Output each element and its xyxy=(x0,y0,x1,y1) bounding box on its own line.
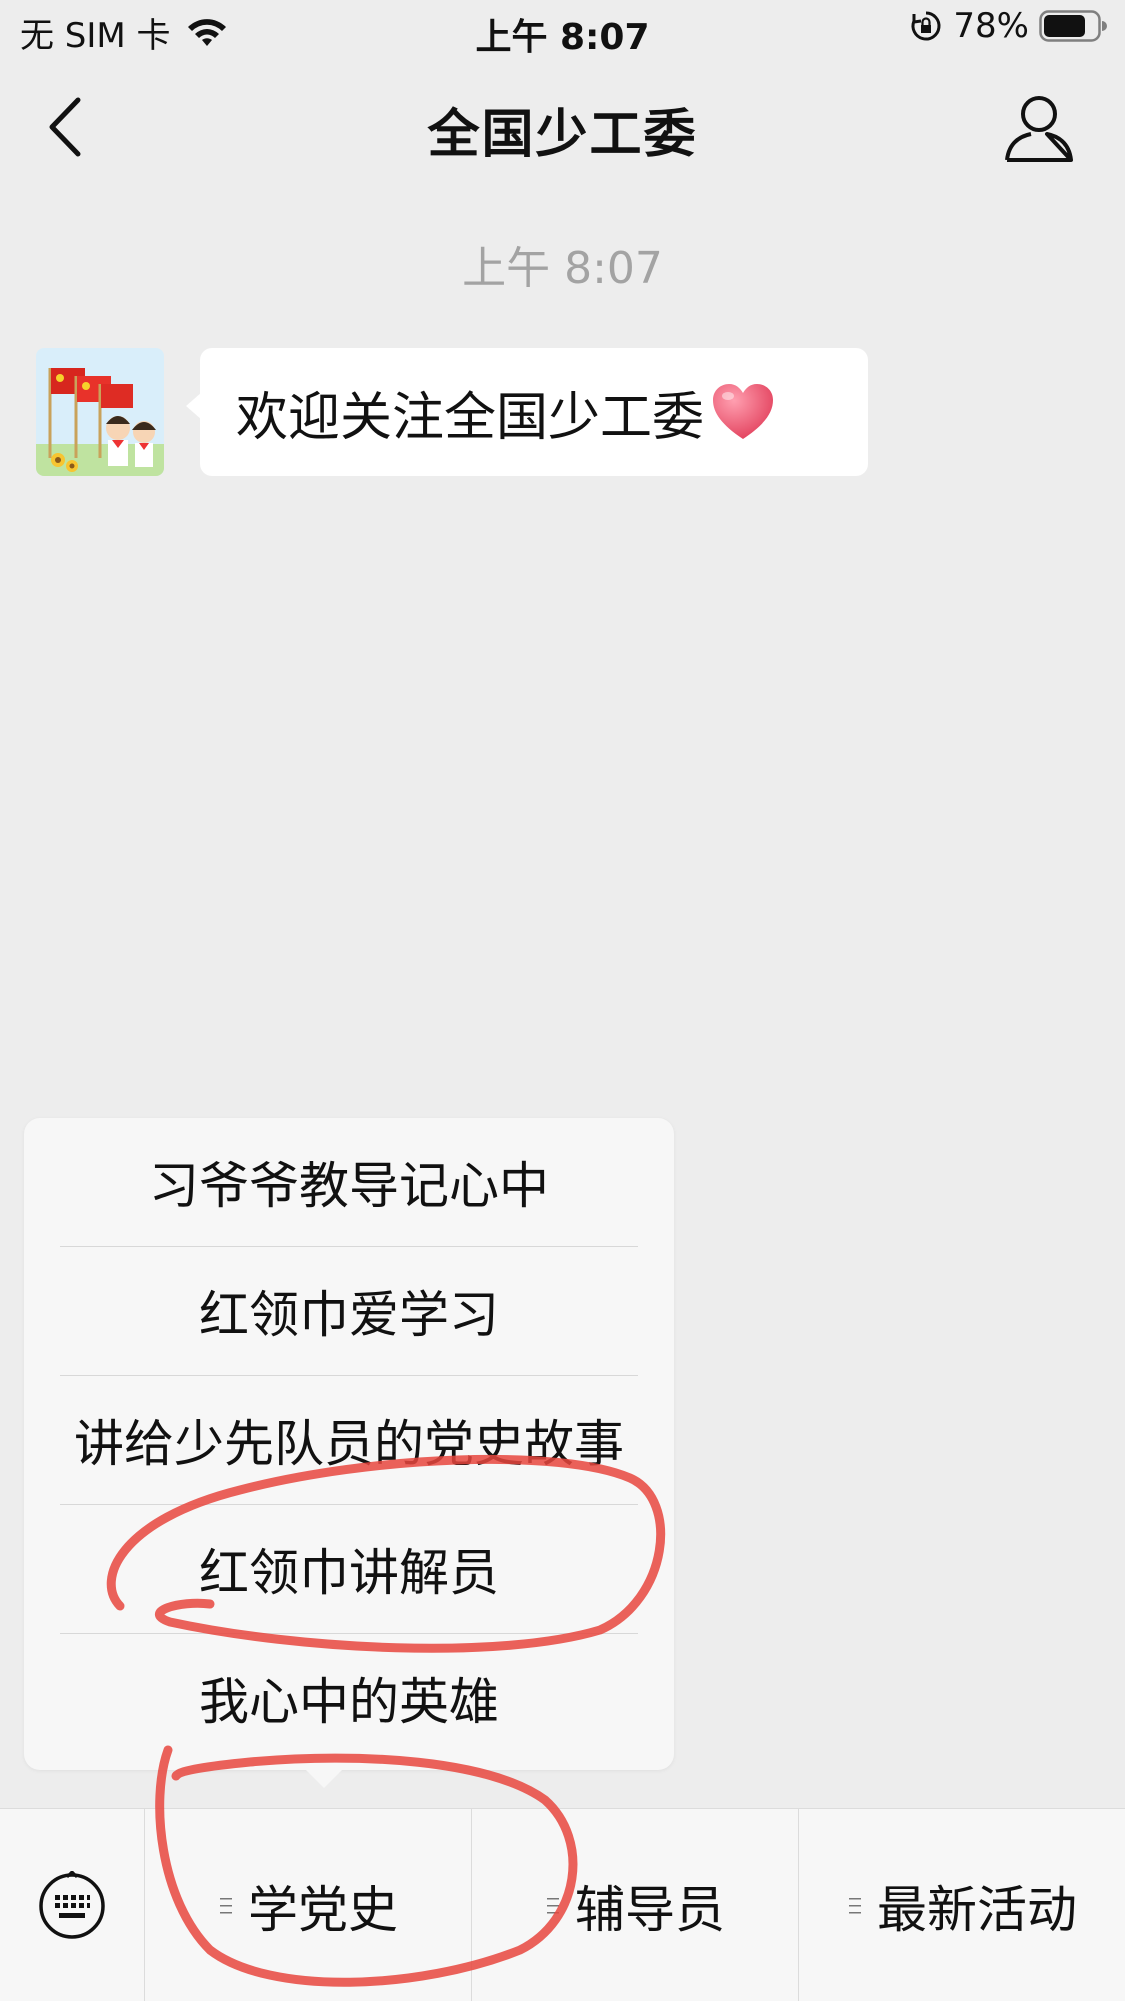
submenu-popup: 习爷爷教导记心中 红领巾爱学习 讲给少先队员的党史故事 红领巾讲解员 我心中的英… xyxy=(24,1118,674,1788)
menu-lines-icon xyxy=(220,1897,232,1913)
submenu-item[interactable]: 我心中的英雄 xyxy=(24,1634,674,1762)
menu-lines-icon xyxy=(547,1897,559,1913)
menu-tab-latest-activities[interactable]: 最新活动 xyxy=(799,1809,1125,2001)
keyboard-toggle-button[interactable] xyxy=(0,1809,144,2001)
menu-tab-label: 辅导员 xyxy=(575,1880,725,1939)
submenu-item[interactable]: 习爷爷教导记心中 xyxy=(24,1118,674,1246)
profile-button[interactable] xyxy=(1001,90,1077,166)
navigation-bar: 全国少工委 xyxy=(0,62,1125,192)
submenu-item-label: 讲给少先队员的党史故事 xyxy=(74,1415,624,1473)
person-icon xyxy=(1005,96,1073,162)
battery-percent: 78% xyxy=(953,6,1029,46)
submenu-item[interactable]: 红领巾讲解员 xyxy=(24,1505,674,1633)
menu-tab-counselor[interactable]: 辅导员 xyxy=(472,1809,798,2001)
bottom-menu-bar: 学党史 辅导员 最新活动 xyxy=(0,1808,1125,2001)
submenu-item-label: 习爷爷教导记心中 xyxy=(149,1157,549,1215)
submenu-item-label: 红领巾讲解员 xyxy=(199,1544,499,1602)
submenu-item[interactable]: 红领巾爱学习 xyxy=(24,1247,674,1375)
heart-icon xyxy=(713,384,774,439)
avatar-flags-children-image xyxy=(36,348,164,476)
message-text: 欢迎关注全国少工委 xyxy=(236,387,705,448)
message-timestamp: 上午 8:07 xyxy=(462,243,663,294)
sender-avatar[interactable] xyxy=(36,348,164,476)
rotation-lock-icon xyxy=(911,11,941,41)
submenu-item-label: 我心中的英雄 xyxy=(199,1673,499,1731)
status-bar: 无 SIM 卡 上午 8:07 78% xyxy=(0,0,1125,62)
chat-screen: 无 SIM 卡 上午 8:07 78% 全国少工委 上午 8:07 欢迎关注全国… xyxy=(0,0,1125,2001)
keyboard-icon xyxy=(39,1870,105,1939)
menu-lines-icon xyxy=(849,1897,861,1913)
menu-tab-label: 最新活动 xyxy=(877,1880,1077,1939)
battery-icon xyxy=(1039,10,1107,42)
menu-tab-learn-party-history[interactable]: 学党史 xyxy=(145,1809,471,2001)
page-title: 全国少工委 xyxy=(427,105,698,165)
message-bubble[interactable]: 欢迎关注全国少工委 xyxy=(186,348,868,476)
submenu-item[interactable]: 讲给少先队员的党史故事 xyxy=(24,1376,674,1504)
submenu-item-label: 红领巾爱学习 xyxy=(199,1286,499,1344)
status-right-group: 78% xyxy=(909,6,1107,46)
menu-tab-label: 学党史 xyxy=(248,1880,398,1939)
